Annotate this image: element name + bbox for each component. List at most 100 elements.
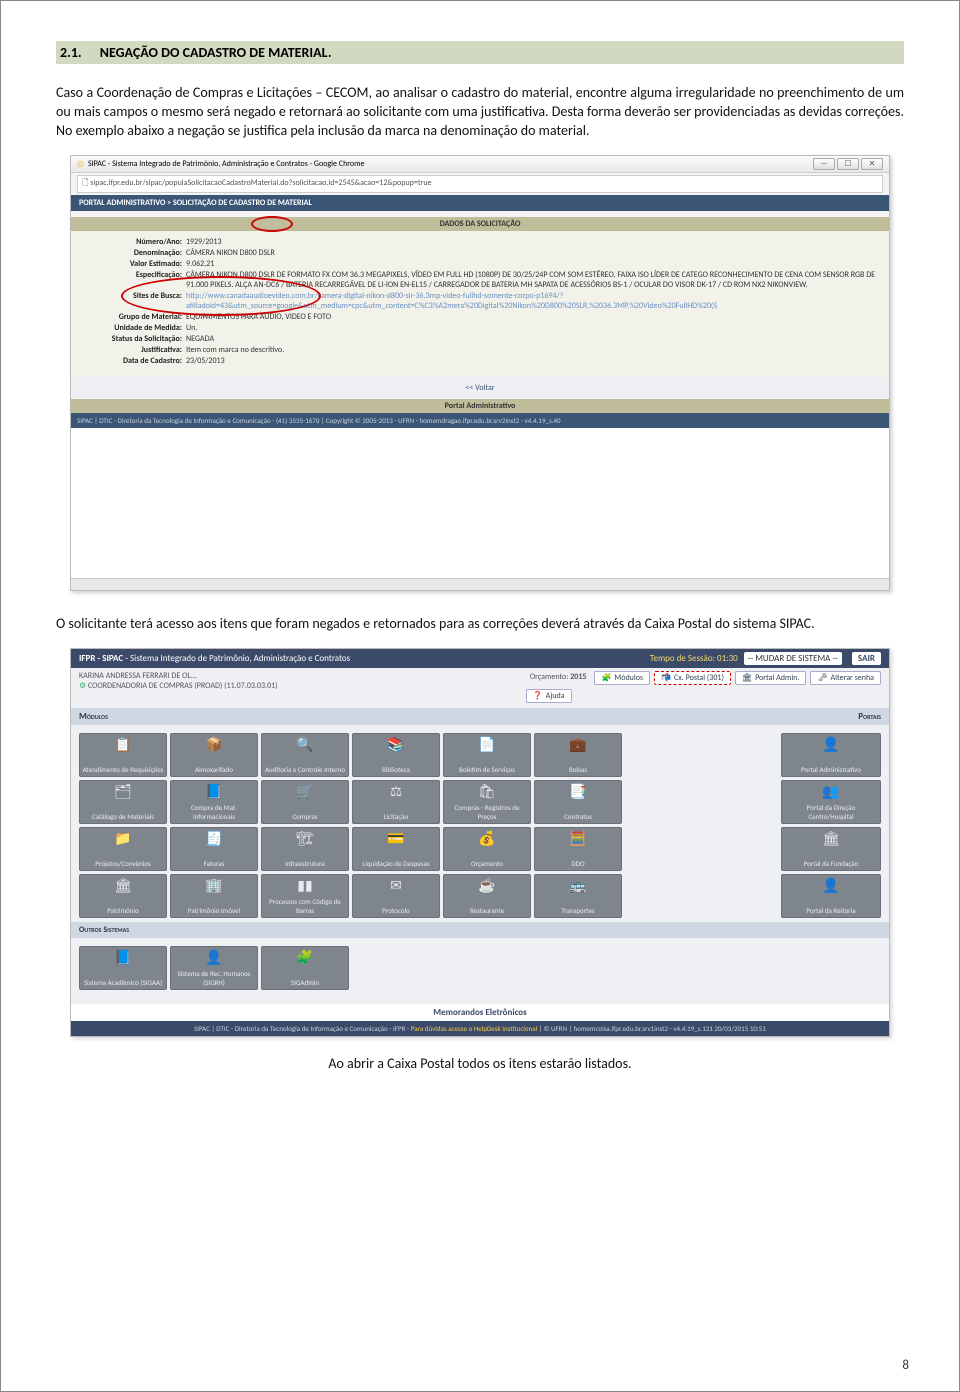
tile-icon: 🏛: [784, 832, 878, 846]
red-circle-annotation-status: [121, 276, 321, 316]
tile-icon: 📄: [446, 738, 528, 752]
tile-label: Patrimônio: [82, 906, 164, 915]
intro-paragraph: Caso a Coordenação de Compras e Licitaçõ…: [56, 84, 904, 141]
module-tile[interactable]: 💰Orçamento: [443, 827, 531, 871]
session-time: Tempo de Sessão: 01:30: [650, 653, 738, 664]
brand-sub: - Sistema Integrado de Patrimônio, Admin…: [125, 653, 350, 664]
page-icon: 🗋: [82, 178, 88, 188]
module-tile[interactable]: 💼Bolsas: [534, 733, 622, 777]
tile-icon: 🧾: [173, 832, 255, 846]
sipac-footer: SIPAC | DTIC - Diretoria da Tecnologia d…: [71, 413, 889, 428]
module-tile[interactable]: ▮▮ Processos com Código de Barras: [261, 874, 349, 918]
tile-label: Contratos: [537, 812, 619, 821]
scrollbar[interactable]: [71, 578, 889, 590]
back-link[interactable]: << Voltar: [71, 377, 889, 399]
tile-label: Compras - Registros de Preços: [446, 803, 528, 821]
caption: Ao abrir a Caixa Postal todos os itens e…: [56, 1055, 904, 1072]
change-system-select[interactable]: -- MUDAR DE SISTEMA --: [744, 652, 842, 665]
tile-icon: ✉: [355, 879, 437, 893]
tile-label: Portal da Reitoria: [784, 906, 878, 915]
module-tile[interactable]: 👤Sistema de Rec. Humanos (SIGRH): [170, 946, 258, 990]
portal-admin-button[interactable]: 🏛Portal Admin.: [735, 671, 806, 685]
modulos-button[interactable]: 🧩Módulos: [594, 671, 650, 685]
memorandos-link[interactable]: Memorandos Eletrônicos: [71, 1004, 889, 1021]
close-button[interactable]: ✕: [861, 158, 883, 170]
tile-icon: 📦: [173, 738, 255, 752]
tile-label: Compra de Mat. Informacionais: [173, 803, 255, 821]
chrome-icon: ◎: [77, 159, 84, 169]
module-tile[interactable]: 🏢 Patrimônio Imóvel: [170, 874, 258, 918]
tile-icon: 💰: [446, 832, 528, 846]
module-tile[interactable]: 📁Projetos/Convênios: [79, 827, 167, 871]
module-tile[interactable]: 🛍Compras - Registros de Preços: [443, 780, 531, 824]
tile-label: Liquidação de Despesas: [355, 859, 437, 868]
module-tile[interactable]: 🧩SIGAdmin: [261, 946, 349, 990]
module-tile[interactable]: 🏛Portal da Fundação: [781, 827, 881, 871]
tile-label: Projetos/Convênios: [82, 859, 164, 868]
tile-icon: 🛒: [264, 785, 346, 799]
url-bar[interactable]: 🗋 sipac.ifpr.edu.br/sipac/populaSolicita…: [77, 175, 883, 193]
tile-icon: 🏗: [264, 832, 346, 846]
tile-label: Atendimento de Requisições: [82, 765, 164, 774]
caixa-postal-button[interactable]: 📬Cx. Postal (301): [654, 671, 731, 685]
info-bar: KARINA ANDRESSA FERRARI DE OL... ⚙ COORD…: [71, 668, 889, 708]
module-tile[interactable]: 🧾Faturas: [170, 827, 258, 871]
module-tile[interactable]: ☕Restaurante: [443, 874, 531, 918]
module-tile[interactable]: 🚌Transportes: [534, 874, 622, 918]
outros-sistemas-head: Outros Sistemas: [71, 922, 889, 938]
tile-label: Biblioteca: [355, 765, 437, 774]
module-tile[interactable]: 👤Portal da Reitoria: [781, 874, 881, 918]
tile-label: Processos com Código de Barras: [264, 897, 346, 915]
module-tile[interactable]: 👤Portal Administrativo: [781, 733, 881, 777]
key-icon: 🗝: [817, 673, 827, 683]
tile-label: Protocolo: [355, 906, 437, 915]
field-label: Denominação:: [81, 248, 186, 258]
tile-label: Licitação: [355, 812, 437, 821]
breadcrumb: PORTAL ADMINISTRATIVO > SOLICITAÇÃO DE C…: [71, 195, 889, 211]
module-tile[interactable]: 📘Sistema Acadêmico (SIGAA): [79, 946, 167, 990]
module-tile[interactable]: 🔍Auditoria e Controle Interno: [261, 733, 349, 777]
tile-label: Transportes: [537, 906, 619, 915]
user-name: KARINA ANDRESSA FERRARI DE OL...: [79, 671, 278, 681]
red-circle-annotation-nikon: [251, 216, 293, 232]
module-tile[interactable]: ✉ Protocolo: [352, 874, 440, 918]
module-tile[interactable]: 📑 Contratos: [534, 780, 622, 824]
module-tile[interactable]: 📚Biblioteca: [352, 733, 440, 777]
tile-icon: ▮▮: [264, 879, 346, 893]
portal-link[interactable]: Portal Administrativo: [71, 399, 889, 413]
module-tile[interactable]: 💳Liquidação de Despesas: [352, 827, 440, 871]
paragraph-caixa-postal: O solicitante terá acesso aos itens que …: [56, 615, 904, 634]
tile-icon: 🏢: [173, 879, 255, 893]
mail-icon: 📬: [661, 673, 671, 683]
tile-icon: 📑: [537, 785, 619, 799]
logout-button[interactable]: SAIR: [852, 652, 881, 665]
tile-label: Compras: [264, 812, 346, 821]
maximize-button[interactable]: ☐: [837, 158, 859, 170]
module-tile[interactable]: 🛒 Compras: [261, 780, 349, 824]
tile-icon: 🧮: [537, 832, 619, 846]
module-tile[interactable]: 🏗Infraestrutura: [261, 827, 349, 871]
tile-icon: 🔍: [264, 738, 346, 752]
module-tile[interactable]: 📋 Atendimento de Requisições: [79, 733, 167, 777]
tile-icon: 💼: [537, 738, 619, 752]
module-tile[interactable]: 🏛Patrimônio: [79, 874, 167, 918]
tile-label: Almoxarifado: [173, 765, 255, 774]
tile-label: Sistema Acadêmico (SIGAA): [82, 978, 164, 987]
module-tile[interactable]: 👥Portal da Direção Centro/Hospital: [781, 780, 881, 824]
module-tile[interactable]: ⚖Licitação: [352, 780, 440, 824]
module-tile[interactable]: 📄Boletim de Serviços: [443, 733, 531, 777]
module-tile[interactable]: 🧮DDO: [534, 827, 622, 871]
section-heading: 2.1. NEGAÇÃO DO CADASTRO DE MATERIAL.: [56, 41, 904, 64]
help-icon: ❓: [533, 691, 543, 701]
alterar-senha-button[interactable]: 🗝Alterar senha: [810, 671, 881, 685]
module-tile[interactable]: 🗂Catálogo de Materiais: [79, 780, 167, 824]
module-tile[interactable]: 📘Compra de Mat. Informacionais: [170, 780, 258, 824]
field-label: Número/Ano:: [81, 237, 186, 247]
tile-icon: 📋: [82, 738, 164, 752]
ajuda-button[interactable]: ❓Ajuda: [526, 689, 572, 703]
minimize-button[interactable]: —: [813, 158, 835, 170]
tile-label: Patrimônio Imóvel: [173, 906, 255, 915]
module-tile[interactable]: 📦 Almoxarifado: [170, 733, 258, 777]
tile-icon: 🗂: [82, 785, 164, 799]
home-icon: ⚙: [79, 681, 86, 691]
